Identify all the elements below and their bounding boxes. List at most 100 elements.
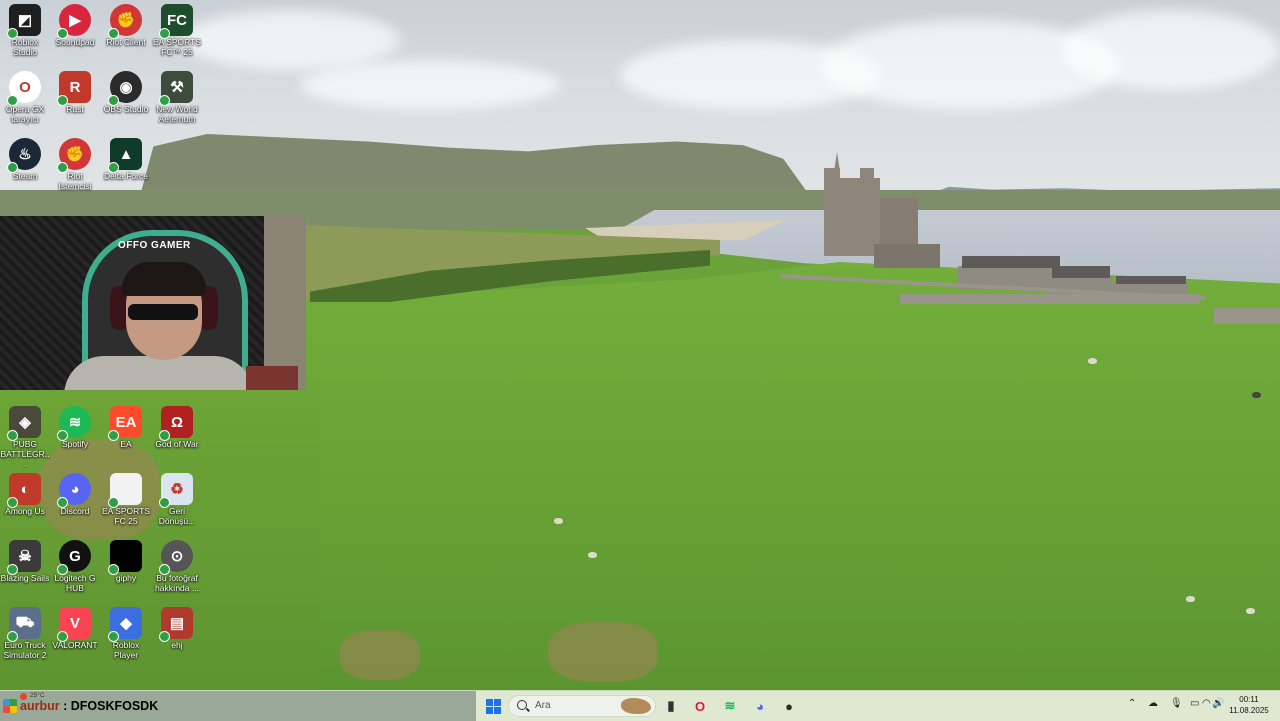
dirt-patch bbox=[340, 630, 420, 680]
recycle-bin-icon: ♻ bbox=[159, 473, 193, 508]
desktop-icon-label: Blazing Sails bbox=[0, 573, 50, 583]
desktop-icon-ea[interactable]: EA EA bbox=[101, 402, 151, 466]
taskbar-app-discord[interactable]: ◕ bbox=[749, 695, 771, 717]
desktop-icon-obs-studio[interactable]: ◉ OBS Studio bbox=[101, 67, 151, 131]
stone-wall bbox=[900, 294, 1200, 304]
chevron-up-icon[interactable]: ⌃ bbox=[1128, 698, 1140, 710]
sheep bbox=[588, 552, 597, 558]
taskbar-app-app-notification[interactable]: ● bbox=[778, 695, 800, 717]
ea-fc25-icon: FC bbox=[159, 4, 193, 39]
new-world-icon: ⚒ bbox=[159, 71, 193, 106]
desktop-icon-steam[interactable]: ♨ Steam bbox=[0, 134, 50, 198]
display-icon[interactable]: ▭ bbox=[1190, 698, 1202, 710]
chat-username: aurbur bbox=[20, 699, 60, 713]
clock-time: 00:11 bbox=[1239, 695, 1259, 704]
microphone-icon[interactable]: 🎙 bbox=[1170, 698, 1183, 710]
desktop-icon-photo-info[interactable]: ⊙ Bu fotoğraf hakkında ... bbox=[152, 536, 202, 600]
desktop-icon-ehj[interactable]: ▤ ehj bbox=[152, 603, 202, 667]
chat-message: DFOSKFOSDK bbox=[70, 699, 159, 713]
desktop-icon-label: ehj bbox=[171, 640, 183, 650]
sync-status-icon bbox=[7, 95, 18, 106]
desktop-icon-logitech-ghub[interactable]: G Logitech G HUB bbox=[50, 536, 100, 600]
desktop-icon-recycle-bin[interactable]: ♻ Geri Dönüşü... bbox=[152, 469, 202, 533]
pubg-icon: ◈ bbox=[7, 406, 41, 441]
desktop-icon-riot-istemcisi[interactable]: ✊ Riot İstemcisi bbox=[50, 134, 100, 198]
cottage-roof bbox=[1116, 276, 1186, 284]
desktop-icon-label: Rust bbox=[66, 104, 84, 114]
sync-status-icon bbox=[7, 631, 18, 642]
desktop-icon-label: Discord bbox=[60, 506, 90, 516]
giphy-icon bbox=[108, 540, 142, 575]
desktop-icon-riot-client[interactable]: ✊ Riot Client bbox=[101, 0, 151, 64]
desktop-icon-god-of-war[interactable]: Ω God of War bbox=[152, 402, 202, 466]
desktop-icon-spotify[interactable]: ≋ Spotify bbox=[50, 402, 100, 466]
riot-istemcisi-icon: ✊ bbox=[57, 138, 91, 173]
volume-icon[interactable]: 🔊 bbox=[1212, 698, 1224, 710]
desk-props bbox=[246, 366, 298, 390]
sync-status-icon bbox=[57, 430, 68, 441]
clock-date: 11.08.2025 bbox=[1229, 706, 1269, 715]
desktop-icon-delta-force[interactable]: ▲ Delta Force bbox=[101, 134, 151, 198]
sync-status-icon bbox=[57, 162, 68, 173]
riot-client-icon: ✊ bbox=[108, 4, 142, 39]
desktop-icon-opera-gx[interactable]: O Opera GX tarayıcı bbox=[0, 67, 50, 131]
sync-status-icon bbox=[108, 497, 119, 508]
sync-status-icon bbox=[108, 631, 119, 642]
steam-icon: ♨ bbox=[7, 138, 41, 173]
desktop-icon-label: Logitech G HUB bbox=[54, 573, 96, 593]
room-wall bbox=[264, 216, 306, 390]
roblox-studio-icon: ◩ bbox=[7, 4, 41, 39]
castle-tower bbox=[860, 168, 874, 188]
desktop-icon-among-us[interactable]: ◐ Among Us bbox=[0, 469, 50, 533]
search-placeholder: Ara bbox=[535, 700, 551, 711]
start-button[interactable] bbox=[482, 695, 504, 717]
obs-studio-icon: ◉ bbox=[108, 71, 142, 106]
sync-status-icon bbox=[159, 430, 170, 441]
sheep bbox=[1252, 392, 1261, 398]
sync-status-icon bbox=[159, 28, 170, 39]
desktop-icon-label: Soundpad bbox=[55, 37, 95, 47]
desktop-icon-label: Roblox Studio bbox=[11, 37, 39, 57]
sync-status-icon bbox=[108, 430, 119, 441]
desktop-icon-label: Among Us bbox=[5, 506, 45, 516]
desktop-icon-file[interactable]: EA SPORTS FC 25 bbox=[101, 469, 151, 533]
chat-message-line: aurbur : DFOSKFOSDK bbox=[20, 699, 158, 713]
discord-icon: ◕ bbox=[57, 473, 91, 508]
sync-status-icon bbox=[7, 162, 18, 173]
taskbar-app-spotify[interactable]: ≋ bbox=[719, 695, 741, 717]
file-explorer-icon: ▮ bbox=[667, 698, 675, 713]
taskbar-app-opera-gx[interactable]: O bbox=[689, 695, 711, 717]
castle-tower bbox=[824, 168, 840, 256]
sync-status-icon bbox=[159, 564, 170, 575]
search-icon bbox=[517, 700, 527, 710]
desktop-icon-new-world[interactable]: ⚒ New World Aeternum bbox=[152, 67, 202, 131]
desktop-icon-euro-truck[interactable]: ⛟ Euro Truck Simulator 2 bbox=[0, 603, 50, 667]
castle-annex bbox=[874, 244, 940, 268]
desktop-icon-valorant[interactable]: V VALORANT bbox=[50, 603, 100, 667]
sync-status-icon bbox=[7, 564, 18, 575]
stream-chat-overlay: 25°C aurbur : DFOSKFOSDK bbox=[0, 691, 476, 721]
taskbar: 25°C aurbur : DFOSKFOSDK Ara ▮ O ≋ ◕ ● ⌃ ☁ 🎙 ▭ ◠… bbox=[0, 690, 1280, 721]
desktop-icon-giphy[interactable]: giphy bbox=[101, 536, 151, 600]
desktop-icon-pubg[interactable]: ◈ PUBG BATTLEGR... bbox=[0, 402, 50, 468]
desktop-icon-discord[interactable]: ◕ Discord bbox=[50, 469, 100, 533]
rust-icon: R bbox=[57, 71, 91, 106]
desktop-icon-label: Opera GX tarayıcı bbox=[5, 104, 45, 124]
desktop-icon-soundpad[interactable]: ▶ Soundpad bbox=[50, 0, 100, 64]
sync-status-icon bbox=[57, 95, 68, 106]
streamer-shirt bbox=[64, 356, 254, 390]
desktop-icon-roblox-studio[interactable]: ◩ Roblox Studio bbox=[0, 0, 50, 64]
search-highlight-image bbox=[621, 698, 651, 714]
webcam-overlay: OFFO GAMER bbox=[0, 216, 306, 390]
taskbar-clock[interactable]: 00:11 11.08.2025 bbox=[1226, 694, 1272, 716]
desktop-icon-roblox-player[interactable]: ◆ Roblox Player bbox=[101, 603, 151, 667]
desktop-icon-blazing-sails[interactable]: ☠ Blazing Sails bbox=[0, 536, 50, 600]
desktop-icon-ea-fc25[interactable]: FC EA SPORTS FC™ 25 bbox=[152, 0, 202, 64]
cloud-icon[interactable]: ☁ bbox=[1148, 698, 1160, 710]
sync-status-icon bbox=[159, 631, 170, 642]
taskbar-search-box[interactable]: Ara bbox=[508, 695, 656, 717]
desktop-icon-rust[interactable]: R Rust bbox=[50, 67, 100, 131]
wallpaper-field bbox=[300, 262, 1280, 690]
taskbar-app-file-explorer[interactable]: ▮ bbox=[660, 695, 682, 717]
desktop-icon-label: giphy bbox=[115, 573, 137, 583]
